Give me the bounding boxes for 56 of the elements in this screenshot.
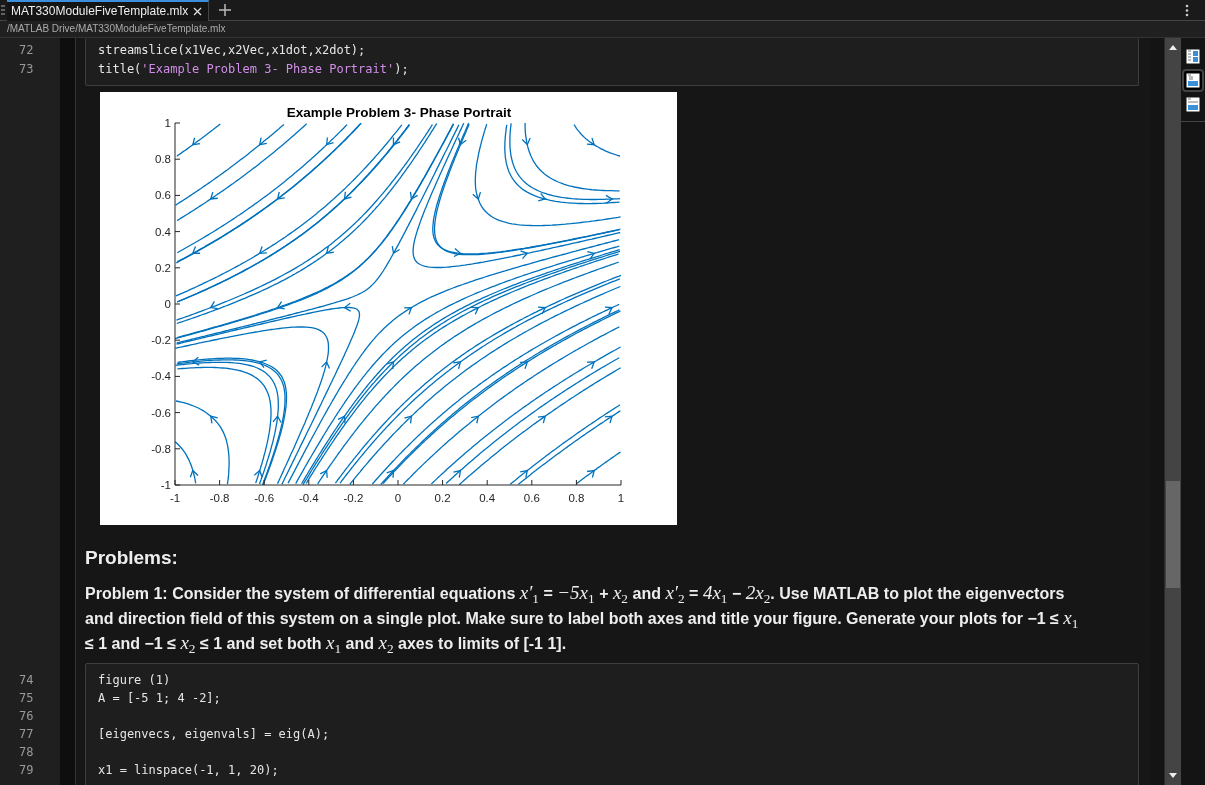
y-tick-label: 0.6 bbox=[155, 189, 171, 202]
code-text: ); bbox=[394, 62, 409, 76]
y-tick-label: -0.6 bbox=[151, 406, 171, 419]
output-inline-icon bbox=[1186, 73, 1200, 88]
output-right-icon[interactable] bbox=[1186, 49, 1200, 64]
y-tick-label: 0 bbox=[164, 298, 171, 310]
x-tick-label: -1 bbox=[169, 492, 181, 504]
line-number: 78 bbox=[18, 744, 35, 761]
code-text: streamslice(x1Vec,x2Vec,x1dot,x2dot); bbox=[98, 43, 366, 57]
y-tick-label: 1 bbox=[164, 117, 171, 129]
file-path: /MATLAB Drive/MAT330ModuleFiveTemplate.mlx bbox=[0, 21, 1205, 38]
scrollbar[interactable] bbox=[1164, 38, 1181, 785]
x-tick-label: -0.8 bbox=[209, 492, 230, 504]
add-tab-icon[interactable] bbox=[219, 4, 232, 16]
scroll-thumb[interactable] bbox=[1166, 481, 1180, 588]
line-number: 75 bbox=[18, 690, 35, 707]
line-number: 73 bbox=[18, 61, 35, 78]
line-number: 74 bbox=[18, 672, 35, 689]
y-tick-label: 0.2 bbox=[155, 261, 171, 274]
y-tick-label: -0.8 bbox=[151, 442, 171, 455]
x-tick-label: -0.4 bbox=[298, 492, 319, 504]
menu-icon[interactable] bbox=[1, 4, 5, 16]
code-text: 'Example Problem 3- Phase Portrait' bbox=[141, 62, 395, 76]
x-tick-label: -0.6 bbox=[254, 492, 275, 504]
scroll-up-icon[interactable] bbox=[1169, 45, 1177, 50]
x-tick-label: 1 bbox=[617, 492, 625, 504]
scroll-down-icon[interactable] bbox=[1169, 773, 1177, 778]
y-tick-label: 0.8 bbox=[155, 153, 171, 166]
x-tick-label: 0.2 bbox=[434, 492, 451, 504]
x-tick-label: 0.8 bbox=[568, 492, 585, 504]
y-tick-label: -1 bbox=[160, 479, 171, 491]
x-tick-label: 0.4 bbox=[479, 492, 496, 504]
code-text: [eigenvecs, eigenvals] = eig(A); bbox=[98, 727, 330, 741]
x-tick-label: 0 bbox=[394, 492, 402, 504]
plot-title: Example Problem 3- Phase Portrait bbox=[286, 105, 512, 120]
more-options-icon[interactable] bbox=[1185, 3, 1189, 17]
close-icon[interactable] bbox=[193, 6, 203, 16]
line-number: 79 bbox=[18, 762, 35, 779]
output-inline-toggle[interactable] bbox=[1182, 69, 1204, 92]
code-text: A = [-5 1; 4 -2]; bbox=[98, 691, 221, 705]
y-tick-label: -0.2 bbox=[151, 334, 171, 347]
file-tab[interactable]: MAT330ModuleFiveTemplate.mlx bbox=[7, 0, 210, 21]
line-number: 72 bbox=[18, 42, 35, 59]
code-text: figure (1) bbox=[98, 673, 171, 687]
x-tick-label: 0.6 bbox=[523, 492, 540, 504]
code-text: x1 = linspace(-1, 1, 20); bbox=[98, 763, 279, 777]
y-tick-label: 0.4 bbox=[155, 225, 171, 238]
hide-code-icon[interactable] bbox=[1186, 97, 1200, 112]
section-heading: Problems: bbox=[85, 547, 179, 569]
code-text: title( bbox=[98, 62, 142, 76]
x-tick-label: -0.2 bbox=[343, 492, 364, 504]
line-number: 76 bbox=[18, 708, 35, 725]
problem-text: Problem 1: Consider the system of differential equations x′$_{1}$ = −5x$_{1}$ + x$_{2}$ and x′$_{2}$ = 4x$_{1}$ − 2x$_{2}$. Use MATLAB to plot the eigenvectors and direction field of this system on a single plot. Make sure to label both axes and title your figure. Generate your plots for −1 ≤ x$_{1}$ ≤ 1 and −1 ≤ x$_{2}$ ≤ 1 and set both x$_{1}$ and x$_{2}$ axes to limits of [-1 1]. bbox=[85, 581, 1080, 656]
tab-title: MAT330ModuleFiveTemplate.mlx bbox=[11, 4, 189, 18]
line-number: 77 bbox=[18, 726, 35, 743]
y-tick-label: -0.4 bbox=[151, 370, 171, 383]
